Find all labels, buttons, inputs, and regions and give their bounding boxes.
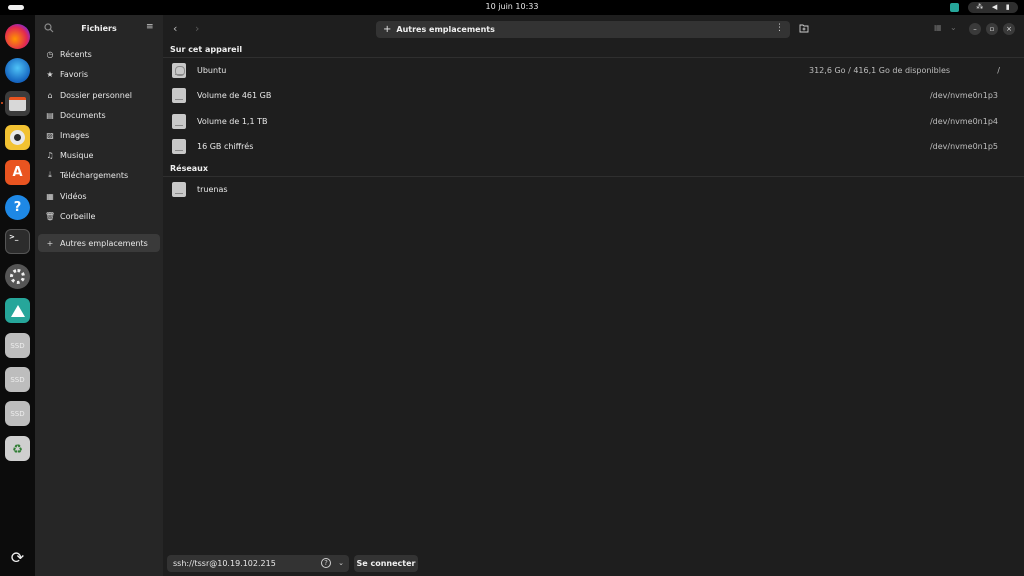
folder-icon bbox=[9, 96, 26, 111]
recent-servers-chevron-icon[interactable]: ⌄ bbox=[333, 555, 349, 572]
connect-button[interactable]: Se connecter bbox=[354, 555, 418, 572]
star-icon: ★ bbox=[46, 69, 54, 79]
sidebar-item-music[interactable]: ♫ Musique bbox=[38, 146, 160, 164]
network-drive-icon bbox=[172, 182, 186, 197]
server-address-field[interactable]: ? bbox=[167, 555, 337, 572]
server-address-input[interactable] bbox=[173, 559, 313, 568]
network-icon: ⁂ bbox=[976, 3, 984, 11]
settings-icon[interactable] bbox=[5, 264, 30, 289]
forward-icon[interactable]: › bbox=[195, 22, 199, 35]
back-icon[interactable]: ‹ bbox=[173, 22, 177, 35]
sidebar-item-starred[interactable]: ★ Favoris bbox=[38, 65, 160, 83]
path-bar[interactable]: + Autres emplacements ⋮ bbox=[376, 21, 790, 38]
device-row-ubuntu[interactable]: Ubuntu 312,6 Go / 416,1 Go de disponible… bbox=[163, 58, 1024, 83]
top-bar: 10 juin 10:33 ⁂ ◀ ▮ bbox=[0, 0, 1024, 15]
trash-icon: 🗑 bbox=[44, 211, 56, 221]
header-bar: ‹ › + Autres emplacements ⋮ ▦ ⌄ – ▫ × bbox=[163, 15, 1024, 43]
plus-icon: + bbox=[383, 24, 392, 35]
clock[interactable]: 10 juin 10:33 bbox=[0, 2, 1024, 11]
hamburger-menu-icon[interactable]: ≡ bbox=[146, 22, 154, 32]
main-content: ‹ › + Autres emplacements ⋮ ▦ ⌄ – ▫ × Su… bbox=[163, 15, 1024, 576]
app-center-icon[interactable]: A bbox=[5, 160, 30, 185]
help-icon[interactable]: ? bbox=[321, 558, 331, 568]
download-icon: ⤓ bbox=[48, 170, 52, 179]
device-row-volume-461[interactable]: Volume de 461 GB /dev/nvme0n1p3 bbox=[163, 83, 1024, 108]
path-label: Autres emplacements bbox=[396, 25, 495, 34]
document-icon: ▤ bbox=[46, 110, 54, 120]
show-apps-icon[interactable]: ⟳ bbox=[5, 545, 30, 570]
minimize-icon[interactable]: – bbox=[969, 23, 981, 35]
drive-icon bbox=[172, 114, 186, 129]
app-title: Fichiers bbox=[81, 24, 117, 33]
maximize-icon[interactable]: ▫ bbox=[986, 23, 998, 35]
sidebar-item-pictures[interactable]: ▨ Images bbox=[38, 126, 160, 144]
volume-icon: ◀ bbox=[991, 3, 998, 11]
thunderbird-icon[interactable] bbox=[5, 58, 30, 83]
sidebar-item-downloads[interactable]: ⤓ Téléchargements bbox=[38, 166, 160, 184]
firefox-icon[interactable] bbox=[5, 24, 30, 49]
plus-icon: + bbox=[46, 238, 54, 248]
more-options-icon[interactable]: ⋮ bbox=[775, 23, 784, 33]
new-folder-icon[interactable] bbox=[799, 23, 809, 33]
drive-icon bbox=[172, 63, 186, 78]
sidebar-item-other-locations[interactable]: + Autres emplacements bbox=[38, 234, 160, 252]
drive-icon bbox=[172, 139, 186, 154]
speaker-icon bbox=[10, 130, 25, 145]
gear-icon bbox=[10, 269, 25, 284]
ssd-icon[interactable]: SSD bbox=[5, 367, 30, 392]
sidebar-header: Fichiers ≡ bbox=[35, 15, 163, 43]
sidebar-item-trash[interactable]: 🗑 Corbeille bbox=[38, 207, 160, 225]
view-grid-icon[interactable]: ▦ bbox=[934, 23, 942, 32]
sidebar: Fichiers ≡ ◷ Récents ★ Favoris ⌂ Dossier… bbox=[35, 15, 163, 576]
rhythmbox-icon[interactable] bbox=[5, 125, 30, 150]
battery-icon: ▮ bbox=[1005, 3, 1010, 11]
mountain-icon bbox=[10, 304, 25, 317]
sidebar-item-videos[interactable]: ▦ Vidéos bbox=[38, 187, 160, 205]
running-indicator bbox=[1, 102, 3, 104]
sidebar-item-recents[interactable]: ◷ Récents bbox=[38, 45, 160, 63]
nordvpn-icon[interactable] bbox=[5, 298, 30, 323]
section-title-networks: Réseaux bbox=[170, 164, 209, 173]
video-icon: ▦ bbox=[46, 191, 54, 201]
close-icon[interactable]: × bbox=[1003, 23, 1015, 35]
drive-icon bbox=[172, 88, 186, 103]
sidebar-item-home[interactable]: ⌂ Dossier personnel bbox=[38, 86, 160, 104]
trash-icon[interactable]: ♻ bbox=[5, 436, 30, 461]
music-icon: ♫ bbox=[46, 150, 54, 160]
clock-icon: ◷ bbox=[46, 49, 54, 59]
view-options-chevron-icon[interactable]: ⌄ bbox=[950, 23, 957, 32]
ssd-icon[interactable]: SSD bbox=[5, 401, 30, 426]
sidebar-item-documents[interactable]: ▤ Documents bbox=[38, 106, 160, 124]
ssd-icon[interactable]: SSD bbox=[5, 333, 30, 358]
home-icon: ⌂ bbox=[47, 90, 53, 100]
system-tray[interactable]: ⁂ ◀ ▮ bbox=[968, 2, 1018, 13]
files-icon[interactable] bbox=[5, 91, 30, 116]
device-row-encrypted[interactable]: 16 GB chiffrés /dev/nvme0n1p5 bbox=[163, 134, 1024, 159]
section-title-this-device: Sur cet appareil bbox=[170, 45, 243, 54]
terminal-icon[interactable]: >_ bbox=[5, 229, 30, 254]
image-icon: ▨ bbox=[46, 130, 54, 140]
device-row-volume-1-1tb[interactable]: Volume de 1,1 TB /dev/nvme0n1p4 bbox=[163, 109, 1024, 134]
tray-app-icon[interactable] bbox=[950, 3, 959, 12]
network-row-truenas[interactable]: truenas bbox=[163, 177, 1024, 202]
dock: A ? >_ SSD SSD SSD ♻ ⟳ bbox=[0, 15, 35, 576]
help-icon[interactable]: ? bbox=[5, 195, 30, 220]
